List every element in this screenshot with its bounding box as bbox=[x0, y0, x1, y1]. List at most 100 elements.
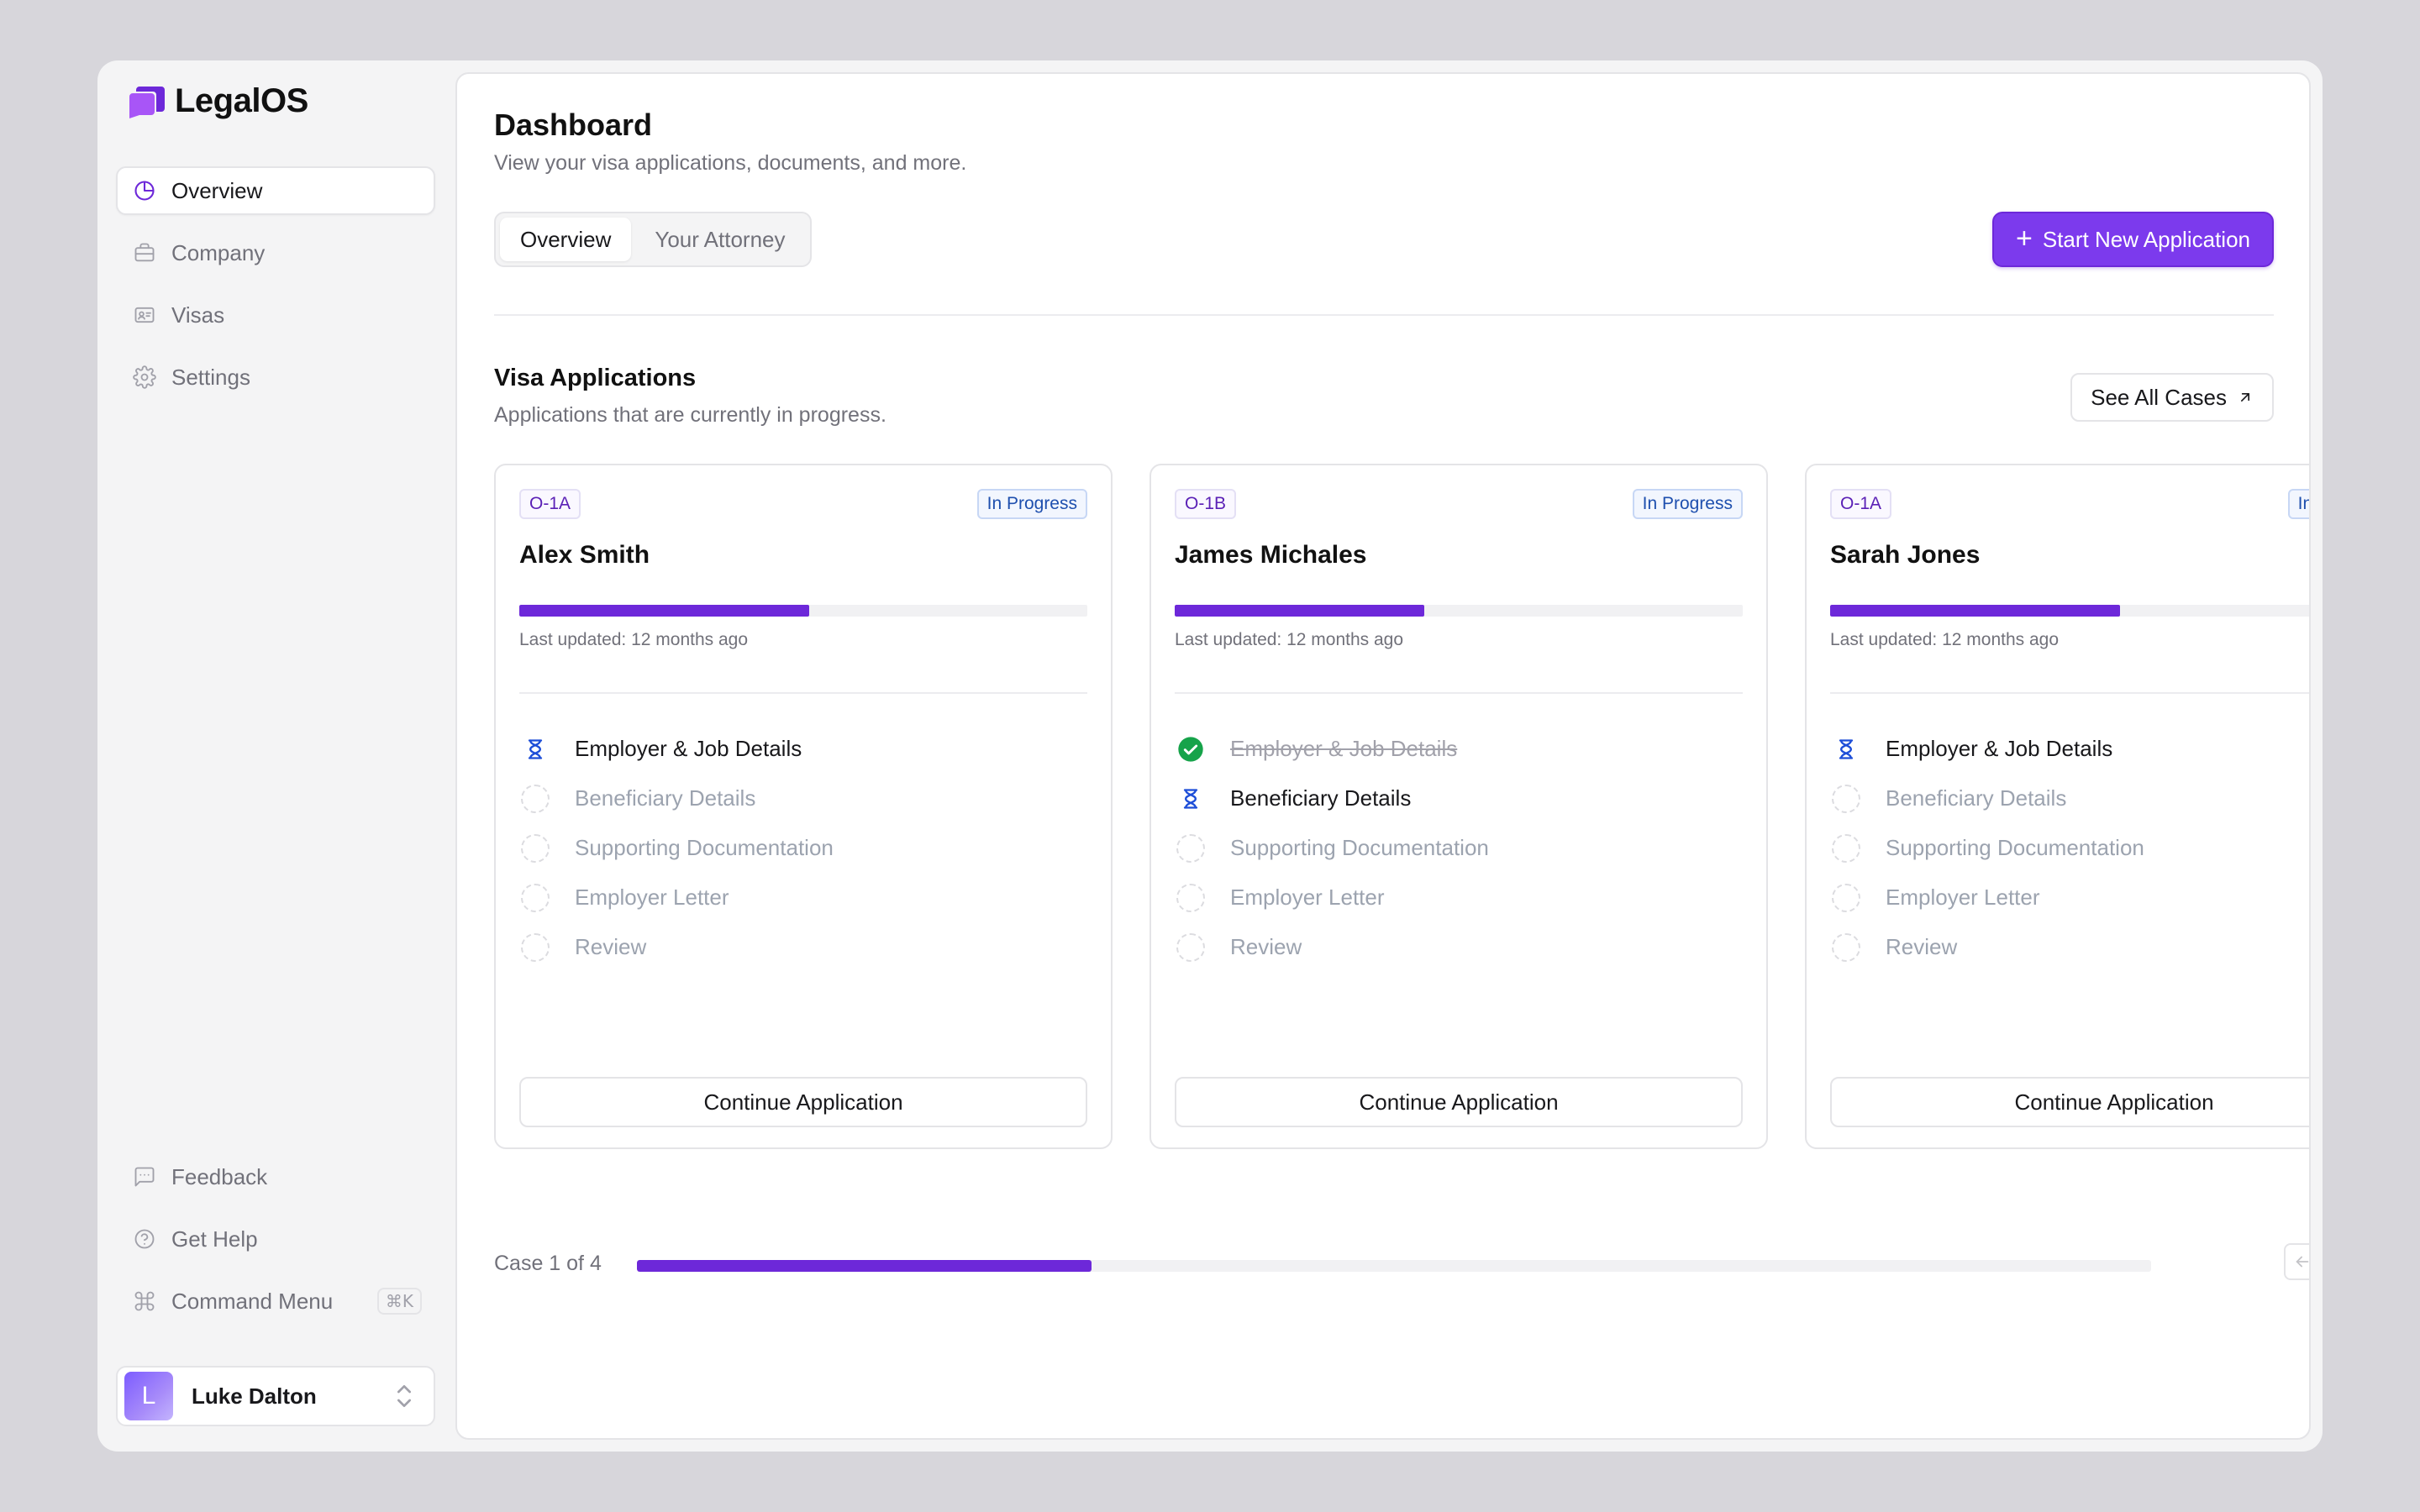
keyboard-shortcut: ⌘K bbox=[376, 1288, 422, 1315]
step-item: Beneficiary Details bbox=[1830, 774, 2309, 823]
application-card: O-1A In Progress Sarah Jones Last updated: … bbox=[1805, 464, 2309, 1149]
sidebar-item-label: Command Menu bbox=[171, 1288, 334, 1314]
arrow-left-icon bbox=[2296, 1256, 2309, 1268]
divider bbox=[1830, 692, 2309, 694]
step-status bbox=[1175, 832, 1207, 864]
continue-application-button[interactable]: Continue Application bbox=[1175, 1077, 1743, 1127]
step-item: Beneficiary Details bbox=[1175, 774, 1743, 823]
see-all-cases-button[interactable]: See All Cases bbox=[2070, 373, 2274, 422]
step-item: Employer & Job Details bbox=[1830, 724, 2309, 774]
brand-name: LegalOS bbox=[175, 82, 308, 119]
application-progress bbox=[1830, 605, 2309, 617]
gear-icon bbox=[133, 365, 156, 389]
step-list: Employer & Job Details Beneficiary Detail… bbox=[519, 724, 1087, 972]
step-status bbox=[519, 733, 551, 765]
sidebar-item-settings[interactable]: Settings bbox=[116, 353, 435, 402]
step-label: Employer & Job Details bbox=[575, 736, 802, 761]
step-status bbox=[519, 882, 551, 914]
applicant-name: Alex Smith bbox=[519, 541, 650, 569]
logo[interactable]: LegalOS bbox=[128, 82, 308, 120]
last-updated: Last updated: 12 months ago bbox=[519, 630, 749, 649]
step-list: Employer & Job Details Beneficiary Detail… bbox=[1175, 724, 1743, 972]
tab-your-attorney[interactable]: Your Attorney bbox=[634, 218, 805, 261]
step-label: Employer & Job Details bbox=[1230, 736, 1458, 761]
step-item: Employer Letter bbox=[1830, 873, 2309, 922]
sidebar-bottom-nav: Feedback Get Help Command Menu ⌘K bbox=[116, 1152, 435, 1339]
logo-icon bbox=[128, 85, 165, 118]
step-label: Review bbox=[1230, 934, 1302, 959]
last-updated: Last updated: 12 months ago bbox=[1175, 630, 1404, 649]
step-item: Employer Letter bbox=[1175, 873, 1743, 922]
user-switcher[interactable]: L Luke Dalton bbox=[116, 1366, 435, 1426]
tab-overview[interactable]: Overview bbox=[500, 218, 632, 261]
step-status bbox=[519, 932, 551, 963]
status-badge: In Progress bbox=[1632, 489, 1743, 519]
visa-type-badge: O-1B bbox=[1175, 489, 1237, 519]
sidebar-item-label: Company bbox=[171, 239, 266, 265]
last-updated: Last updated: 12 months ago bbox=[1830, 630, 2060, 649]
step-status bbox=[1175, 882, 1207, 914]
pending-circle-icon bbox=[521, 932, 550, 962]
sidebar-item-label: Get Help bbox=[171, 1226, 258, 1252]
step-label: Beneficiary Details bbox=[1230, 785, 1412, 811]
pending-circle-icon bbox=[1176, 833, 1205, 863]
sidebar-item-label: Visas bbox=[171, 302, 225, 328]
sidebar-item-overview[interactable]: Overview bbox=[116, 166, 435, 215]
continue-application-button[interactable]: Continue Application bbox=[519, 1077, 1087, 1127]
step-item: Employer & Job Details bbox=[1175, 724, 1743, 774]
pending-circle-icon bbox=[521, 833, 550, 863]
plus-icon: + bbox=[2016, 222, 2033, 255]
application-progress-fill bbox=[519, 605, 809, 617]
pager-progress-fill bbox=[637, 1260, 1092, 1272]
status-badge: In Progress bbox=[976, 489, 1087, 519]
applicant-name: Sarah Jones bbox=[1830, 541, 1981, 569]
pending-circle-icon bbox=[1176, 932, 1205, 962]
sidebar-item-command-menu[interactable]: Command Menu ⌘K bbox=[116, 1277, 435, 1326]
status-badge: In Progress bbox=[2287, 489, 2309, 519]
pending-circle-icon bbox=[521, 883, 550, 912]
application-card: O-1A In Progress Alex Smith Last updated: 1… bbox=[494, 464, 1113, 1149]
continue-application-button[interactable]: Continue Application bbox=[1830, 1077, 2309, 1127]
tab-bar: Overview Your Attorney bbox=[494, 212, 812, 267]
id-card-icon bbox=[134, 307, 155, 323]
hourglass-icon bbox=[1183, 788, 1198, 809]
step-item: Review bbox=[1175, 922, 1743, 972]
step-label: Employer Letter bbox=[575, 885, 729, 910]
step-item: Review bbox=[1830, 922, 2309, 972]
divider bbox=[494, 314, 2274, 316]
step-status bbox=[1830, 882, 1862, 914]
sidebar-item-label: Settings bbox=[171, 364, 250, 390]
arrow-up-right-icon bbox=[2241, 393, 2249, 402]
sidebar-item-company[interactable]: Company bbox=[116, 228, 435, 277]
application-progress bbox=[519, 605, 1087, 617]
step-status bbox=[1175, 783, 1207, 815]
pending-circle-icon bbox=[521, 784, 550, 813]
button-label: See All Cases bbox=[2091, 384, 2227, 410]
button-label: Start New Application bbox=[2042, 226, 2250, 252]
applicant-name: James Michales bbox=[1175, 541, 1367, 569]
hourglass-icon bbox=[1839, 738, 1854, 759]
step-label: Supporting Documentation bbox=[1230, 835, 1489, 860]
previous-case-button[interactable] bbox=[2284, 1243, 2309, 1280]
sidebar-item-label: Overview bbox=[171, 177, 263, 203]
step-label: Supporting Documentation bbox=[1886, 835, 2144, 860]
step-item: Beneficiary Details bbox=[519, 774, 1087, 823]
step-status bbox=[1830, 832, 1862, 864]
page-title: Dashboard bbox=[494, 108, 653, 142]
sidebar-item-feedback[interactable]: Feedback bbox=[116, 1152, 435, 1201]
step-status bbox=[1175, 733, 1207, 765]
step-status bbox=[519, 783, 551, 815]
step-label: Employer Letter bbox=[1886, 885, 2040, 910]
pending-circle-icon bbox=[1832, 784, 1860, 813]
pending-circle-icon bbox=[1832, 833, 1860, 863]
application-progress-fill bbox=[1175, 605, 1425, 617]
avatar: L bbox=[124, 1372, 173, 1420]
start-new-application-button[interactable]: + Start New Application bbox=[1992, 212, 2274, 267]
step-item: Review bbox=[519, 922, 1087, 972]
divider bbox=[519, 692, 1087, 694]
sidebar-item-get-help[interactable]: Get Help bbox=[116, 1215, 435, 1263]
sidebar-item-visas[interactable]: Visas bbox=[116, 291, 435, 339]
pending-circle-icon bbox=[1832, 883, 1860, 912]
step-status bbox=[1830, 733, 1862, 765]
step-label: Review bbox=[1886, 934, 1958, 959]
